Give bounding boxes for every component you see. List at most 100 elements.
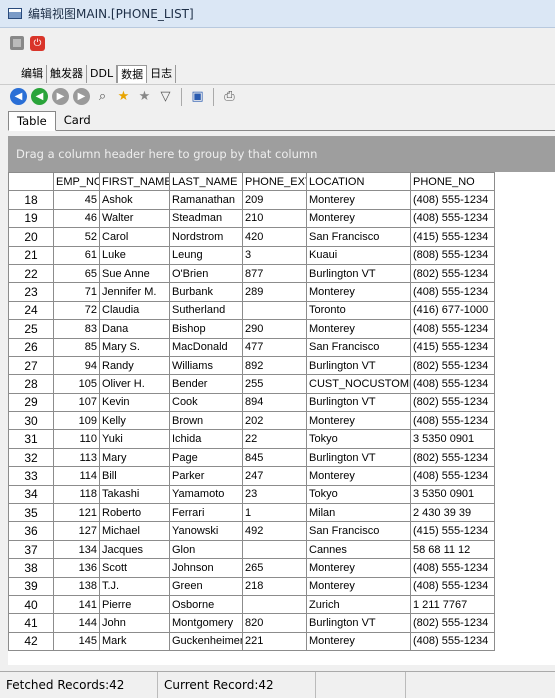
grid-cell[interactable]: Pierre <box>99 594 170 615</box>
grid-cell[interactable]: Ferrari <box>169 503 243 523</box>
table-row[interactable]: 38 136 Scott Johnson 265 Monterey (408) 555-12… <box>8 558 495 578</box>
grid-cell[interactable]: 3 <box>242 245 307 265</box>
grid-cell[interactable]: (408) 555-1234 <box>410 374 495 394</box>
grid-cell[interactable]: 136 <box>53 558 100 578</box>
row-number[interactable]: 40 <box>8 594 54 615</box>
grid-cell[interactable]: Walter <box>99 208 170 229</box>
grid-cell[interactable]: Burlington VT <box>306 447 411 468</box>
grid-cell[interactable]: (408) 555-1234 <box>410 466 495 486</box>
grid-cell[interactable]: Claudia <box>99 300 170 321</box>
grid-cell[interactable]: (415) 555-1234 <box>410 337 495 357</box>
table-row[interactable]: 30 109 Kelly Brown 202 Monterey (408) 555-1234 <box>8 411 495 431</box>
grid-cell[interactable]: John <box>99 613 170 633</box>
table-row[interactable]: 27 94 Randy Williams 892 Burlington VT (802) 5… <box>8 355 495 376</box>
grid-cell[interactable]: Burbank <box>169 282 243 302</box>
table-row[interactable]: 24 72 Claudia Sutherland Toronto (416) 677-10… <box>8 300 495 321</box>
row-number[interactable]: 37 <box>8 539 54 560</box>
grid-cell[interactable]: 2 430 39 39 <box>410 503 495 523</box>
grid-cell[interactable]: (408) 555-1234 <box>410 190 495 210</box>
table-row[interactable]: 42 145 Mark Guckenheimer 221 Monterey (408) 55… <box>8 631 495 652</box>
star-outline-icon[interactable]: ★ <box>136 88 153 105</box>
grid-cell[interactable]: 23 <box>242 484 307 505</box>
grid-cell[interactable]: Scott <box>99 558 170 578</box>
print-icon[interactable]: ⎙ <box>221 88 238 105</box>
grid-cell[interactable]: 202 <box>242 411 307 431</box>
grid-cell[interactable]: Roberto <box>99 503 170 523</box>
table-row[interactable]: 28 105 Oliver H. Bender 255 CUST_NOCUSTOME (40… <box>8 374 495 394</box>
grid-cell[interactable]: 221 <box>242 631 307 652</box>
grid-cell[interactable]: Ashok <box>99 190 170 210</box>
grid-cell[interactable]: Jennifer M. <box>99 282 170 302</box>
grid-cell[interactable]: Yanowski <box>169 521 243 541</box>
column-header[interactable]: PHONE_NO <box>410 171 495 192</box>
table-row[interactable]: 26 85 Mary S. MacDonald 477 San Francisco (415… <box>8 337 495 357</box>
grid-cell[interactable]: Monterey <box>306 319 411 339</box>
grid-cell[interactable]: San Francisco <box>306 337 411 357</box>
grid-cell[interactable]: Mary <box>99 447 170 468</box>
grid-cell[interactable]: 22 <box>242 429 307 449</box>
grid-cell[interactable]: 420 <box>242 227 307 247</box>
grid-cell[interactable]: 83 <box>53 319 100 339</box>
table-row[interactable]: 31 110 Yuki Ichida 22 Tokyo 3 5350 0901 <box>8 429 495 449</box>
row-number[interactable]: 19 <box>8 208 54 229</box>
grid-cell[interactable]: (408) 555-1234 <box>410 411 495 431</box>
grid-cell[interactable]: 113 <box>53 447 100 468</box>
table-row[interactable]: 33 114 Bill Parker 247 Monterey (408) 555-1234 <box>8 466 495 486</box>
grid-cell[interactable]: 52 <box>53 227 100 247</box>
grid-cell[interactable]: 65 <box>53 263 100 284</box>
grid-cell[interactable]: Montgomery <box>169 613 243 633</box>
grid-cell[interactable]: 134 <box>53 539 100 560</box>
grid-cell[interactable]: Green <box>169 576 243 596</box>
grid-cell[interactable]: 265 <box>242 558 307 578</box>
row-number[interactable]: 41 <box>8 613 54 633</box>
grid-cell[interactable]: Yuki <box>99 429 170 449</box>
grid-cell[interactable]: 94 <box>53 355 100 376</box>
grid-cell[interactable]: (408) 555-1234 <box>410 208 495 229</box>
grid-cell[interactable]: (408) 555-1234 <box>410 282 495 302</box>
grid-cell[interactable]: 105 <box>53 374 100 394</box>
table-row[interactable]: 18 45 Ashok Ramanathan 209 Monterey (408) 555-… <box>8 190 495 210</box>
grid-cell[interactable]: (408) 555-1234 <box>410 558 495 578</box>
row-number[interactable]: 42 <box>8 631 54 652</box>
grid-cell[interactable]: Tokyo <box>306 429 411 449</box>
row-number[interactable]: 21 <box>8 245 54 265</box>
grid-cell[interactable]: (408) 555-1234 <box>410 576 495 596</box>
table-row[interactable]: 41 144 John Montgomery 820 Burlington VT (802)… <box>8 613 495 633</box>
row-number[interactable]: 18 <box>8 190 54 210</box>
grid-cell[interactable]: Page <box>169 447 243 468</box>
top-tab[interactable]: 日志 <box>147 65 177 83</box>
grid-cell[interactable]: Ichida <box>169 429 243 449</box>
grid-cell[interactable]: Bill <box>99 466 170 486</box>
table-row[interactable]: 32 113 Mary Page 845 Burlington VT (802) 555-1… <box>8 447 495 468</box>
grid-cell[interactable]: 492 <box>242 521 307 541</box>
grid-cell[interactable]: Sutherland <box>169 300 243 321</box>
grid-cell[interactable]: Jacques <box>99 539 170 560</box>
grid-cell[interactable]: Nordstrom <box>169 227 243 247</box>
grid-cell[interactable]: 892 <box>242 355 307 376</box>
last-record-icon[interactable]: ▶ <box>73 88 90 105</box>
grid-cell[interactable]: 144 <box>53 613 100 633</box>
top-tab[interactable]: 编辑 <box>18 65 47 83</box>
grid-cell[interactable]: Cannes <box>306 539 411 560</box>
row-number[interactable]: 27 <box>8 355 54 376</box>
top-tab[interactable]: DDL <box>87 65 118 83</box>
row-number[interactable]: 30 <box>8 411 54 431</box>
table-row[interactable]: 39 138 T.J. Green 218 Monterey (408) 555-1234 <box>8 576 495 596</box>
grid-cell[interactable]: 121 <box>53 503 100 523</box>
grid-cell[interactable]: (802) 555-1234 <box>410 263 495 284</box>
grid-cell[interactable]: Burlington VT <box>306 355 411 376</box>
grid-cell[interactable]: 3 5350 0901 <box>410 484 495 505</box>
row-number[interactable]: 28 <box>8 374 54 394</box>
search-icon[interactable]: ⌕ <box>94 88 111 105</box>
grid-cell[interactable]: Kuaui <box>306 245 411 265</box>
grid-cell[interactable]: 289 <box>242 282 307 302</box>
grid-cell[interactable]: 71 <box>53 282 100 302</box>
row-number[interactable]: 32 <box>8 447 54 468</box>
grid-cell[interactable]: Monterey <box>306 576 411 596</box>
grid-cell[interactable]: (408) 555-1234 <box>410 319 495 339</box>
grid-cell[interactable]: San Francisco <box>306 227 411 247</box>
grid-cell[interactable]: Osborne <box>169 594 243 615</box>
grid-cell[interactable]: Tokyo <box>306 484 411 505</box>
grid-cell[interactable]: 820 <box>242 613 307 633</box>
grid-cell[interactable]: 114 <box>53 466 100 486</box>
